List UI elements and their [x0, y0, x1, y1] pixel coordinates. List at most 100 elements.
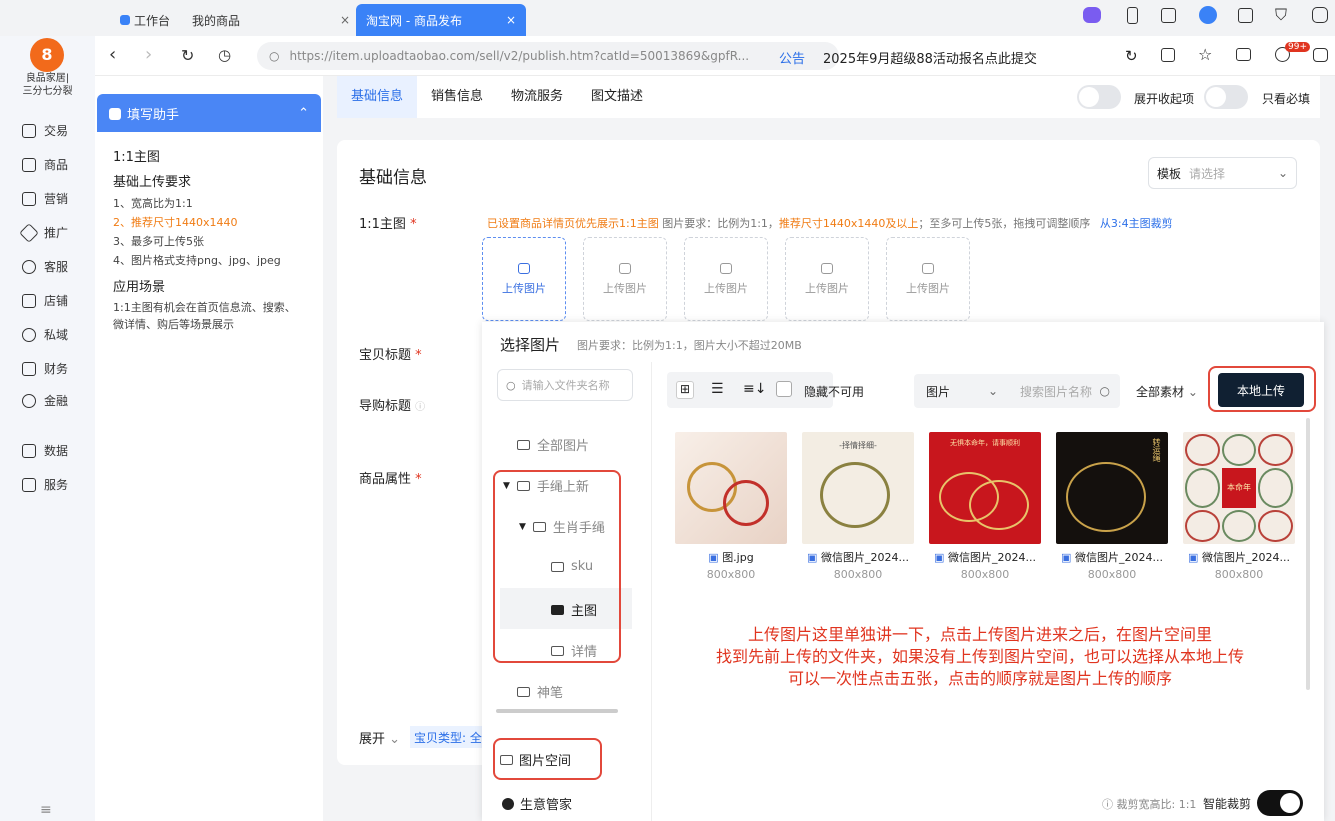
close-icon[interactable]: × [506, 13, 516, 27]
rail-item-promote[interactable]: 推广 [19, 222, 68, 243]
sort-icon[interactable]: ≡↓ [743, 381, 766, 397]
tab-publish[interactable]: 淘宝网 - 商品发布 × [356, 4, 526, 36]
tab-label: 我的商品 [192, 13, 241, 28]
notice-label[interactable]: 公告 [779, 48, 805, 67]
back-icon[interactable]: ‹ [109, 44, 116, 65]
folder-icon [517, 686, 530, 697]
attr-label: 商品属性 * [359, 472, 422, 487]
hide-unavailable-checkbox[interactable] [776, 381, 792, 397]
reload-icon[interactable]: ↻ [181, 46, 194, 65]
tab-label: 工作台 [134, 13, 171, 28]
helper-req-line: 1、宽高比为1:1 [113, 197, 193, 210]
image-name: ▣ 图.jpg [708, 551, 754, 564]
rail-item-data[interactable]: 数据 [22, 442, 68, 459]
tab-sales-info[interactable]: 销售信息 [417, 76, 497, 118]
folder-shenbi[interactable]: 神笔 [517, 682, 563, 701]
image-search-placeholder: 搜索图片名称 [1020, 384, 1093, 399]
chevron-down-icon: ⌄ [1277, 166, 1288, 180]
image-thumbnail[interactable] [675, 432, 787, 544]
helper-req-line: 3、最多可上传5张 [113, 235, 204, 248]
rail-item-service[interactable]: 客服 [22, 258, 68, 275]
grid-view-icon[interactable]: ⊞ [676, 381, 694, 399]
menu-icon[interactable]: ≡ [40, 802, 52, 818]
list-view-icon[interactable]: ☰ [711, 381, 724, 397]
upload-image-slot-2[interactable]: 上传图片 [583, 237, 667, 321]
workbench-icon [120, 15, 130, 25]
info-icon[interactable]: ⓘ [415, 402, 425, 413]
upload-image-slot-3[interactable]: 上传图片 [684, 237, 768, 321]
rail-item-services[interactable]: 服务 [22, 476, 68, 493]
helper-header[interactable]: 填写助手 ⌃ [97, 94, 321, 132]
required-only-toggle[interactable] [1204, 85, 1248, 109]
tab-basic-info[interactable]: 基础信息 [337, 76, 418, 118]
item-type-tag[interactable]: 宝贝类型: 全 [410, 726, 482, 748]
layout-icon[interactable] [1161, 8, 1176, 23]
tab-close-icon[interactable]: × [340, 4, 350, 36]
tab-logistics[interactable]: 物流服务 [497, 76, 577, 118]
image-thumbnail[interactable]: -择情择细- [802, 432, 914, 544]
phone-icon[interactable] [1127, 7, 1138, 24]
tab-description[interactable]: 图文描述 [577, 76, 657, 118]
user-icon[interactable] [1199, 6, 1217, 24]
notice-text[interactable]: 2025年9月超级88活动报名点此提交 [823, 48, 1037, 67]
folder-scrollbar[interactable] [496, 709, 618, 713]
all-materials-select[interactable]: 全部素材 ⌄ [1136, 383, 1198, 400]
notification-badge: 99+ [1285, 42, 1310, 52]
template-select[interactable]: 模板 请选择 ⌄ [1148, 157, 1297, 189]
upload-image-slot-5[interactable]: 上传图片 [886, 237, 970, 321]
rail-item-trade[interactable]: 交易 [22, 122, 68, 139]
smart-crop-label: 智能裁剪 [1203, 797, 1252, 811]
image-icon [518, 262, 530, 274]
refresh-icon[interactable]: ↻ [1125, 47, 1138, 65]
rail-item-bank[interactable]: 金融 [22, 392, 68, 409]
chevron-down-icon: ⌄ [1187, 385, 1198, 399]
copy-icon[interactable] [1161, 48, 1175, 62]
star-icon[interactable]: ☆ [1198, 45, 1212, 64]
smart-crop-toggle[interactable] [1257, 790, 1303, 816]
image-thumbnail[interactable]: 无惧本命年，请事顺利 [929, 432, 1041, 544]
promote-icon [19, 222, 39, 243]
folder-all-images[interactable]: 全部图片 [517, 435, 589, 454]
business-manager-button[interactable]: 生意管家 [502, 794, 572, 813]
rail-item-shop[interactable]: 店铺 [22, 292, 68, 309]
helper-icon [109, 107, 121, 120]
tab-workbench[interactable]: 工作台 [120, 4, 170, 36]
template-label: 模板 [1157, 166, 1182, 181]
template-placeholder: 请选择 [1189, 166, 1226, 181]
image-thumbnail[interactable]: 本命年 [1183, 432, 1295, 544]
type-filter-value: 图片 [926, 384, 951, 399]
address-bar: ‹ › ↻ ◷ ○ https://item.uploadtaobao.com/… [95, 36, 1335, 76]
rail-item-marketing[interactable]: 营销 [22, 190, 68, 207]
url-field[interactable]: ○ https://item.uploadtaobao.com/sell/v2/… [257, 42, 839, 70]
local-upload-button[interactable]: 本地上传 [1218, 373, 1304, 407]
rail-item-private[interactable]: 私域 [22, 326, 68, 343]
expand-toggle[interactable] [1077, 85, 1121, 109]
image-search-input[interactable]: 搜索图片名称 ○ [1010, 374, 1120, 408]
helper-scene-text: 1:1主图有机会在首页信息流、搜索、微详情、购后等场景展示 [113, 301, 296, 331]
forward-icon[interactable]: › [145, 44, 152, 65]
image-thumbnail[interactable]: 转运绳 [1056, 432, 1168, 544]
tab-my-goods[interactable]: 我的商品 [192, 4, 240, 36]
settings-icon[interactable] [1312, 7, 1328, 23]
assistant-icon[interactable] [1083, 7, 1101, 23]
history-icon[interactable]: ◷ [218, 46, 231, 64]
folder-icon[interactable] [1236, 48, 1251, 61]
image-name: ▣ 微信图片_2024... [807, 551, 909, 564]
image-file-icon: ▣ [934, 551, 945, 564]
rail-item-finance[interactable]: 财务 [22, 360, 68, 377]
rail-item-goods[interactable]: 商品 [22, 156, 68, 173]
image-scrollbar[interactable] [1306, 418, 1310, 690]
expand-link[interactable]: 展开 ⌄ [359, 728, 400, 747]
chat-icon[interactable] [1313, 48, 1328, 62]
crop-link[interactable]: 从3:4主图裁剪 [1100, 217, 1173, 230]
upload-image-slot-4[interactable]: 上传图片 [785, 237, 869, 321]
browser-tab-bar: 工作台 我的商品 × 淘宝网 - 商品发布 × ⛉ [0, 0, 1335, 36]
shop-logo-icon[interactable]: 8 [30, 38, 64, 72]
shirt-icon[interactable]: ⛉ [1275, 5, 1287, 25]
upload-image-slot-1[interactable]: 上传图片 [482, 237, 566, 321]
type-filter-select[interactable]: 图片 ⌄ [914, 374, 1010, 408]
goods-icon [22, 157, 36, 172]
note-icon[interactable] [1238, 8, 1253, 23]
moon-icon [502, 797, 514, 810]
chevron-up-icon[interactable]: ⌃ [298, 106, 309, 121]
